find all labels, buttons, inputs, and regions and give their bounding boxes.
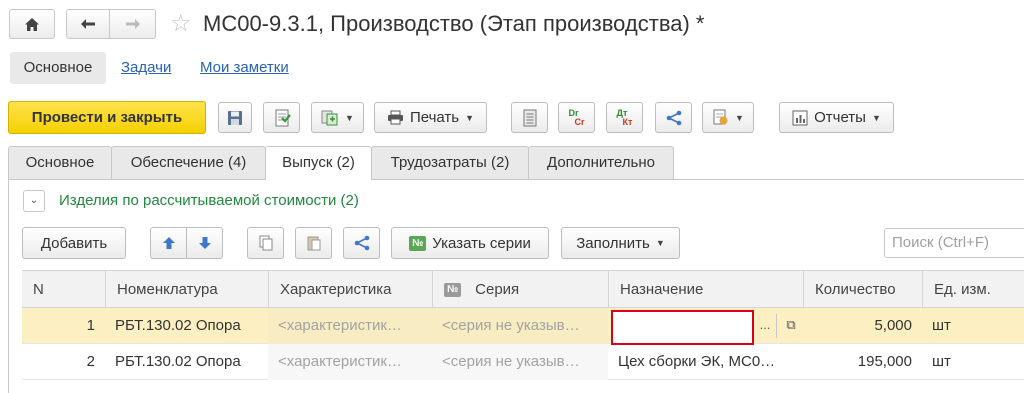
series-number-icon: № <box>444 283 462 297</box>
home-button[interactable] <box>9 9 55 39</box>
characteristic-cell[interactable]: <характеристик… <box>268 344 432 380</box>
column-header-item[interactable]: Номенклатура <box>105 271 268 308</box>
related-documents-button[interactable] <box>655 102 692 133</box>
tab-provision[interactable]: Обеспечение (4) <box>111 146 266 179</box>
chevron-down-icon: ▼ <box>465 112 475 123</box>
fill-button[interactable]: Заполнить ▼ <box>561 227 680 259</box>
group-collapse-button[interactable]: ⌄ <box>23 190 45 212</box>
row-number: 2 <box>86 353 95 370</box>
create-based-on-button[interactable]: ▼ <box>311 102 364 133</box>
move-up-button[interactable] <box>150 227 187 259</box>
add-button[interactable]: Добавить <box>22 227 126 259</box>
quantity-cell[interactable]: 5,000 <box>803 308 922 344</box>
characteristic-cell[interactable]: <характеристик… <box>268 308 432 344</box>
column-header-n[interactable]: N <box>22 271 105 308</box>
arrow-down-icon <box>198 237 211 249</box>
back-button[interactable] <box>66 9 110 39</box>
dt-kt-icon: Дт Кт <box>616 107 633 127</box>
paste-icon <box>307 236 320 251</box>
forward-button[interactable] <box>109 9 156 39</box>
search-input[interactable]: Поиск (Ctrl+F) <box>884 228 1024 258</box>
chevron-down-icon: ▼ <box>871 112 881 123</box>
specify-series-button[interactable]: № Указать серии <box>391 227 549 259</box>
open-icon[interactable]: ⧉ <box>780 313 802 339</box>
dt-kt-button[interactable]: Dr Cr <box>558 102 595 133</box>
document-clip-icon <box>713 109 728 125</box>
column-header-unit[interactable]: Ед. изм. <box>922 271 1024 308</box>
arrow-up-icon <box>162 237 175 249</box>
copy-button[interactable] <box>247 227 284 259</box>
fill-label: Заполнить <box>576 234 650 252</box>
printer-icon <box>387 110 403 125</box>
purpose-cell[interactable]: Цех сборки ЭК, МС0… <box>608 344 803 380</box>
arrow-right-icon <box>125 19 140 29</box>
column-header-purpose[interactable]: Назначение <box>608 271 803 308</box>
share-structure-icon <box>354 235 369 251</box>
dr-cr-icon: Dr Cr <box>568 107 585 127</box>
group-title[interactable]: Изделия по рассчитываемой стоимости (2) <box>59 190 359 212</box>
chevron-down-icon: ▼ <box>735 112 744 123</box>
purpose-input[interactable] <box>611 310 754 345</box>
structure-button[interactable] <box>511 102 548 133</box>
table-row[interactable]: 2 РБТ.130.02 Опора <характеристик… <сери… <box>22 344 1024 380</box>
table-header: N Номенклатура Характеристика № Серия Наз… <box>22 270 1024 308</box>
select-button[interactable]: ... <box>755 313 775 339</box>
tab-labor[interactable]: Трудозатраты (2) <box>371 146 529 179</box>
column-header-series-label: Серия <box>475 281 520 298</box>
row-number: 1 <box>86 317 95 334</box>
add-label: Добавить <box>40 234 108 252</box>
tabs-divider <box>8 179 1024 180</box>
column-header-series[interactable]: № Серия <box>432 271 608 308</box>
unit-cell[interactable]: шт <box>922 344 1024 380</box>
post-document-icon <box>275 109 291 126</box>
save-icon <box>228 110 242 125</box>
section-tasks[interactable]: Задачи <box>121 52 171 84</box>
table-row[interactable]: 1 РБТ.130.02 Опора <характеристик… <сери… <box>22 308 1024 345</box>
chevron-down-icon: ⌄ <box>29 195 39 206</box>
tab-panel-border <box>8 179 9 393</box>
reports-label: Отчеты <box>814 109 866 126</box>
print-label: Печать <box>409 109 460 126</box>
item-cell[interactable]: РБТ.130.02 Опора <box>105 344 268 380</box>
column-header-quantity[interactable]: Количество <box>803 271 922 308</box>
print-button[interactable]: Печать ▼ <box>374 102 487 133</box>
section-main[interactable]: Основное <box>10 52 106 84</box>
arrow-left-icon <box>81 19 95 29</box>
create-based-icon <box>321 110 338 125</box>
reports-icon <box>792 110 808 125</box>
chevron-down-icon: ▼ <box>345 112 354 123</box>
page-title: МС00-9.3.1, Производство (Этап производс… <box>203 11 705 36</box>
save-button[interactable] <box>218 102 252 133</box>
item-cell[interactable]: РБТ.130.02 Опора <box>105 308 268 344</box>
post-and-close-button[interactable]: Провести и закрыть <box>8 101 206 134</box>
tab-additional[interactable]: Дополнительно <box>528 146 674 179</box>
products-table: N Номенклатура Характеристика № Серия Наз… <box>22 270 1024 380</box>
series-number-icon: № <box>409 235 427 251</box>
copy-icon <box>259 235 272 251</box>
reports-button[interactable]: Отчеты ▼ <box>779 102 894 133</box>
series-cell[interactable]: <серия не указыв… <box>432 344 608 380</box>
move-down-button[interactable] <box>186 227 223 259</box>
unit-cell[interactable]: шт <box>922 308 1024 344</box>
chevron-down-icon: ▼ <box>655 238 665 248</box>
list-document-icon <box>523 109 536 126</box>
home-icon <box>25 17 39 31</box>
tab-main[interactable]: Основное <box>8 146 112 179</box>
column-header-characteristic[interactable]: Характеристика <box>268 271 432 308</box>
edit-divider <box>776 314 777 338</box>
paste-button[interactable] <box>295 227 332 259</box>
post-button[interactable] <box>263 102 300 133</box>
share-structure-icon <box>666 110 681 125</box>
quantity-cell[interactable]: 195,000 <box>803 344 922 380</box>
attachments-button[interactable]: ▼ <box>702 102 754 133</box>
series-cell[interactable]: <серия не указыв… <box>432 308 608 344</box>
specify-series-label: Указать серии <box>432 234 531 252</box>
star-icon[interactable]: ☆ <box>170 10 192 38</box>
tab-output[interactable]: Выпуск (2) <box>265 146 372 180</box>
dt-kt-ru-button[interactable]: Дт Кт <box>606 102 643 133</box>
structure-table-button[interactable] <box>343 227 380 259</box>
section-notes[interactable]: Мои заметки <box>200 52 289 84</box>
